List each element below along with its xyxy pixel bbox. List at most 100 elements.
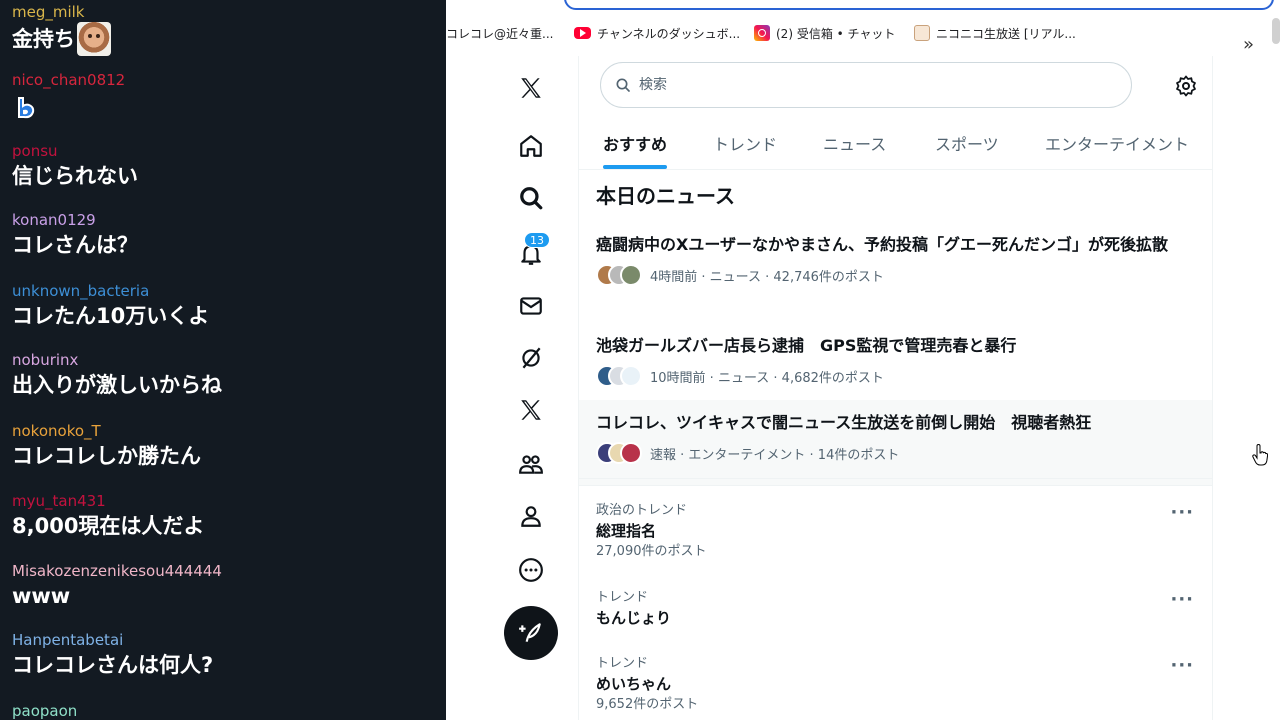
tab-recommended[interactable]: おすすめ xyxy=(603,118,667,168)
chat-message: unknown_bacteria コレたん10万いくよ xyxy=(12,281,442,331)
chat-text xyxy=(12,90,442,122)
bookmark-korekore[interactable]: コレコレ@近々重... xyxy=(446,22,553,44)
trend-item[interactable]: トレンド もんじょり ··· xyxy=(579,589,1212,629)
face-emote-icon xyxy=(77,22,111,56)
bookmark-label: コレコレ@近々重... xyxy=(446,26,554,41)
chat-message-text: 金持ち xyxy=(12,27,75,51)
bookmark-label: チャンネルのダッシュボ... xyxy=(597,26,741,41)
address-bar[interactable] xyxy=(564,0,1274,10)
search-input[interactable] xyxy=(639,77,1099,93)
chat-message: Hanpentabetai コレコレさんは何人? xyxy=(12,630,442,680)
chat-username: Hanpentabetai xyxy=(12,631,124,649)
browser-window: コレコレ@近々重... チャンネルのダッシュボ... (2) 受信箱 • チャッ… xyxy=(446,0,1280,720)
nav-grok[interactable] xyxy=(502,336,560,380)
explore-tabs: おすすめ トレンド ニュース スポーツ エンターテイメント xyxy=(579,118,1212,170)
news-item[interactable]: コレコレ、ツイキャスで闇ニュース生放送を前倒し開始 視聴者熱狂 速報 · エンタ… xyxy=(579,400,1212,478)
chat-message: Misakozenzenikesou444444 www xyxy=(12,561,442,611)
bookmarks-bar: コレコレ@近々重... チャンネルのダッシュボ... (2) 受信箱 • チャッ… xyxy=(446,14,1280,55)
nav-explore[interactable] xyxy=(502,176,560,220)
chat-username: nokonoko_T xyxy=(12,422,101,440)
tab-sports[interactable]: スポーツ xyxy=(935,118,999,168)
compose-post-button[interactable] xyxy=(504,606,558,660)
trend-category: トレンド xyxy=(596,590,649,605)
nav-communities[interactable] xyxy=(502,442,560,486)
screen: meg_milk 金持ち nico_chan0812 ponsu 信じられない … xyxy=(0,0,1280,720)
chat-username: ponsu xyxy=(12,142,58,160)
chat-username: konan0129 xyxy=(12,211,96,229)
trend-more-button[interactable]: ··· xyxy=(1170,589,1194,610)
avatar-group xyxy=(596,442,642,464)
chat-message-text: 出入りが激しいからね xyxy=(12,373,222,397)
trend-name: もんじょり xyxy=(596,609,672,627)
communities-icon xyxy=(519,455,543,474)
search-icon xyxy=(616,78,630,92)
chat-text: 金持ち xyxy=(12,22,442,56)
bookmark-label: (2) 受信箱 • チャット xyxy=(776,26,896,41)
trend-more-button[interactable]: ··· xyxy=(1170,655,1194,676)
news-item[interactable]: 癌闘病中のXユーザーなかやまさん、予約投稿「グエー死んだンゴ」が死後拡散 4時間… xyxy=(579,232,1212,316)
chat-username: nico_chan0812 xyxy=(12,71,126,89)
trend-item[interactable]: トレンド めいちゃん 9,652件のポスト ··· xyxy=(579,655,1212,715)
chat-message-text: コレコレさんは何人? xyxy=(12,653,214,677)
tab-trending[interactable]: トレンド xyxy=(713,118,777,168)
trend-category: 政治のトレンド xyxy=(596,503,688,518)
tab-news[interactable]: ニュース xyxy=(823,118,886,168)
news-meta-text: 10時間前 · ニュース · 4,682件のポスト xyxy=(650,370,884,386)
side-navigation: 13 xyxy=(502,60,560,720)
feather-plus-icon xyxy=(519,623,541,642)
nav-messages[interactable] xyxy=(502,284,560,328)
news-meta-text: 速報 · エンターテイメント · 14件のポスト xyxy=(650,447,900,463)
chat-panel: meg_milk 金持ち nico_chan0812 ponsu 信じられない … xyxy=(0,0,446,720)
chat-username: Misakozenzenikesou444444 xyxy=(12,562,222,580)
envelope-icon xyxy=(520,297,542,315)
chat-username: myu_tan431 xyxy=(12,492,106,510)
chat-message-text: www xyxy=(12,584,71,608)
chat-username: unknown_bacteria xyxy=(12,282,150,300)
letter-b-emote-icon xyxy=(18,97,35,119)
search-box[interactable] xyxy=(600,62,1132,108)
scrollbar[interactable] xyxy=(1272,18,1280,44)
bookmarks-overflow-button[interactable]: » xyxy=(1243,34,1254,55)
bookmark-niconico-live[interactable]: ニコニコ生放送 [リアル... xyxy=(914,22,1076,44)
trend-name: めいちゃん xyxy=(596,675,672,693)
nav-more[interactable] xyxy=(502,548,560,592)
news-meta: 速報 · エンターテイメント · 14件のポスト xyxy=(596,442,1195,464)
avatar xyxy=(620,264,642,286)
news-headline: コレコレ、ツイキャスで闇ニュース生放送を前倒し開始 視聴者熱狂 xyxy=(596,413,1092,432)
avatar xyxy=(620,442,642,464)
profile-icon xyxy=(521,506,541,527)
home-icon xyxy=(520,135,542,157)
trend-post-count: 27,090件のポスト xyxy=(596,544,707,559)
chat-message: konan0129 コレさんは？ xyxy=(12,210,442,260)
more-circle-icon xyxy=(519,558,543,582)
section-separator xyxy=(579,478,1212,486)
bookmark-youtube-dashboard[interactable]: チャンネルのダッシュボ... xyxy=(574,22,740,44)
news-item[interactable]: 池袋ガールズバー店長ら逮捕 GPS監視で管理売春と暴行 10時間前 · ニュース… xyxy=(579,333,1212,399)
tab-entertainment[interactable]: エンターテイメント xyxy=(1045,118,1189,168)
news-meta: 4時間前 · ニュース · 42,746件のポスト xyxy=(596,264,1195,286)
chat-message-text: 8,000現在は人だよ xyxy=(12,514,205,538)
trend-post-count: 9,652件のポスト xyxy=(596,697,699,712)
instagram-icon xyxy=(754,25,770,41)
chat-message: ponsu 信じられない xyxy=(12,141,442,191)
x-premium-icon xyxy=(521,400,541,420)
nav-premium[interactable] xyxy=(502,388,560,432)
chat-username: noburinx xyxy=(12,351,79,369)
chat-message-text: コレコレしか勝たん xyxy=(12,444,201,468)
trend-item[interactable]: 政治のトレンド 総理指名 27,090件のポスト ··· xyxy=(579,502,1212,562)
nav-home[interactable] xyxy=(502,124,560,168)
news-headline: 池袋ガールズバー店長ら逮捕 GPS監視で管理売春と暴行 xyxy=(596,336,1017,355)
x-logo-icon xyxy=(521,78,541,98)
avatar-group xyxy=(596,264,642,286)
trend-category: トレンド xyxy=(596,656,649,671)
gear-icon[interactable] xyxy=(1174,74,1198,98)
chat-message-text: 信じられない xyxy=(12,164,138,188)
bookmark-instagram-inbox[interactable]: (2) 受信箱 • チャット xyxy=(754,22,895,44)
x-logo-link[interactable] xyxy=(502,66,560,110)
chat-message-text: コレさんは？ xyxy=(12,233,138,257)
trend-more-button[interactable]: ··· xyxy=(1170,502,1194,523)
avatar xyxy=(620,365,642,387)
nav-profile[interactable] xyxy=(502,494,560,538)
news-meta: 10時間前 · ニュース · 4,682件のポスト xyxy=(596,365,1195,387)
chat-message: noburinx 出入りが激しいからね xyxy=(12,350,442,400)
